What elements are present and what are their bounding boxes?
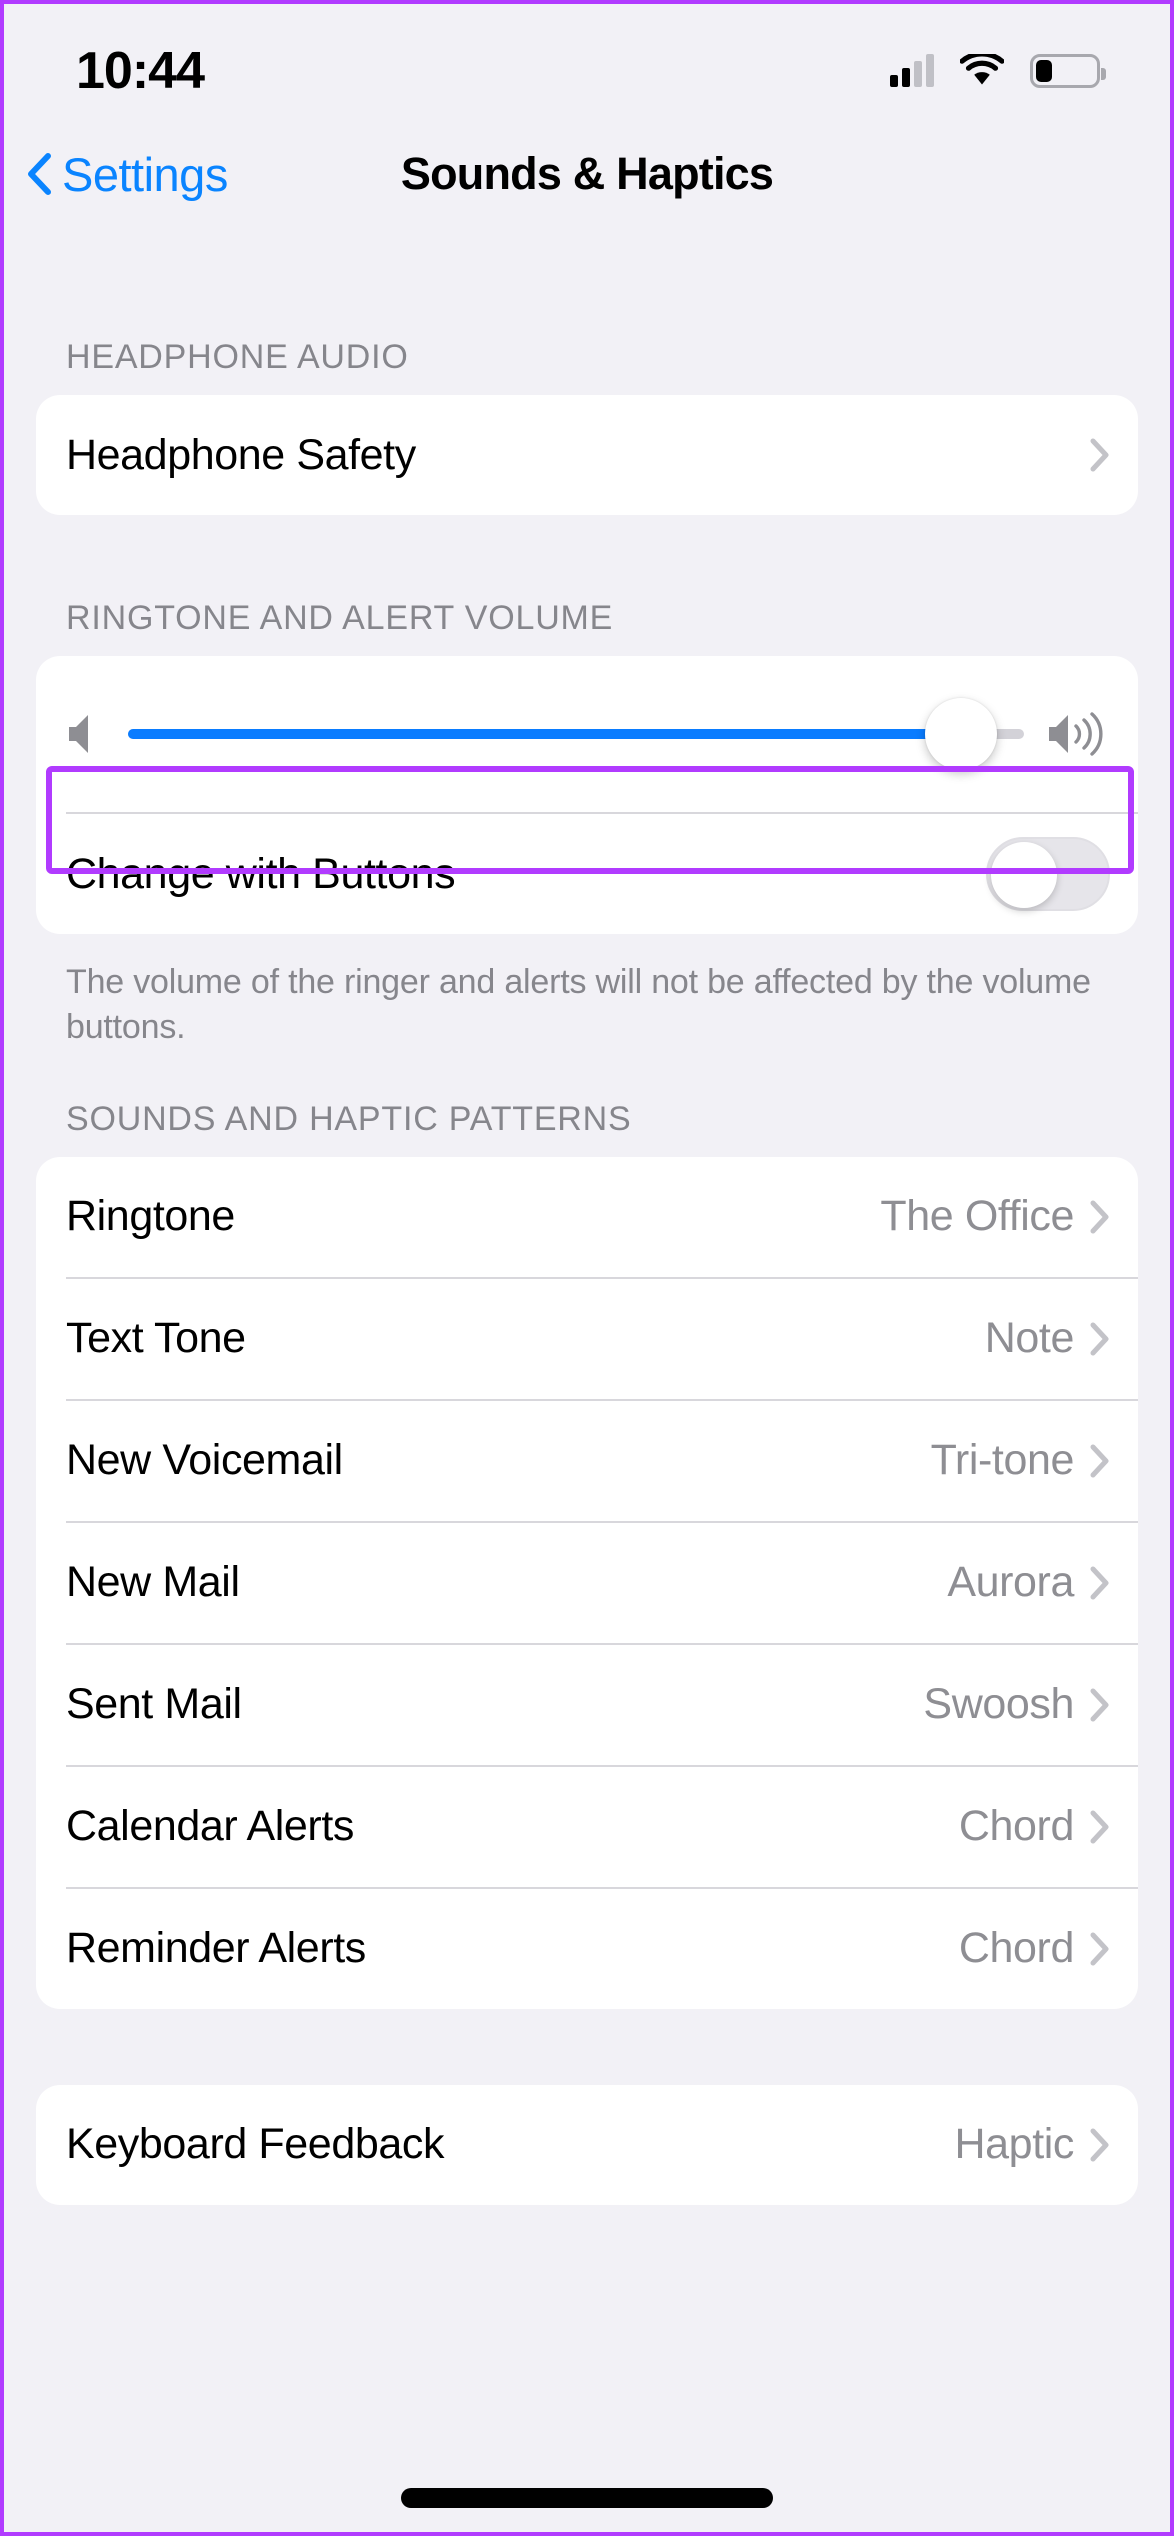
chevron-right-icon <box>1090 1322 1109 1356</box>
ringtone-volume-footnote: The volume of the ringer and alerts will… <box>66 963 1091 1046</box>
row-sent-mail[interactable]: Sent Mail Swoosh <box>36 1645 1138 1765</box>
row-text-tone[interactable]: Text Tone Note <box>36 1279 1138 1399</box>
row-reminder-alerts[interactable]: Reminder Alerts Chord <box>36 1889 1138 2009</box>
change-with-buttons-toggle[interactable] <box>986 837 1110 911</box>
row-label: Ringtone <box>66 1192 235 1241</box>
row-label: Sent Mail <box>66 1680 242 1729</box>
toggle-knob <box>991 842 1057 908</box>
settings-list: HEADPHONE AUDIO Headphone Safety RINGTON… <box>4 224 1170 2205</box>
volume-slider-fill <box>128 729 962 739</box>
row-calendar-alerts[interactable]: Calendar Alerts Chord <box>36 1767 1138 1887</box>
row-accessory: Note <box>985 1314 1110 1363</box>
row-headphone-safety[interactable]: Headphone Safety <box>36 395 1138 515</box>
chevron-right-icon <box>1090 2128 1109 2162</box>
chevron-right-icon <box>1090 1566 1109 1600</box>
chevron-right-icon <box>1090 1932 1109 1966</box>
row-value: The Office <box>880 1192 1074 1241</box>
row-accessory: Chord <box>959 1924 1110 1973</box>
section-header-ringtone-volume: RINGTONE AND ALERT VOLUME <box>66 599 614 637</box>
back-button-label: Settings <box>62 147 228 201</box>
row-value: Haptic <box>954 2120 1075 2169</box>
chevron-right-icon <box>1090 1688 1109 1722</box>
section-card-ringtone-volume: Change with Buttons <box>36 656 1138 934</box>
row-label: Text Tone <box>66 1314 246 1363</box>
row-new-mail[interactable]: New Mail Aurora <box>36 1523 1138 1643</box>
section-card-keyboard-feedback: Keyboard Feedback Haptic <box>36 2084 1138 2205</box>
speaker-low-icon <box>69 715 88 753</box>
section-header-headphone-audio: HEADPHONE AUDIO <box>66 338 409 376</box>
row-value: Aurora <box>947 1558 1074 1607</box>
row-value: Chord <box>958 1802 1075 1851</box>
row-ringtone[interactable]: Ringtone The Office <box>36 1157 1138 1277</box>
row-label: Keyboard Feedback <box>66 2120 445 2169</box>
row-new-voicemail[interactable]: New Voicemail Tri-tone <box>36 1401 1138 1521</box>
section-card-headphone-audio: Headphone Safety <box>36 395 1138 515</box>
row-accessory: Chord <box>959 1802 1110 1851</box>
chevron-right-icon <box>1090 1810 1109 1844</box>
row-accessory <box>1090 438 1110 472</box>
row-label: New Voicemail <box>66 1436 343 1485</box>
volume-slider-thumb[interactable] <box>925 698 998 770</box>
chevron-right-icon <box>1090 1200 1109 1234</box>
ringtone-alert-volume-slider-row[interactable] <box>36 656 1138 812</box>
section-card-sounds-haptic-patterns: Ringtone The Office Text Tone Note New V… <box>36 1156 1138 2009</box>
cellular-signal-icon <box>890 54 934 87</box>
row-accessory: Tri-tone <box>931 1436 1110 1485</box>
chevron-left-icon <box>28 153 51 195</box>
row-label: Reminder Alerts <box>66 1924 366 1973</box>
row-label: Change with Buttons <box>66 849 456 898</box>
row-value: Tri-tone <box>930 1436 1075 1485</box>
battery-icon <box>1030 54 1106 88</box>
section-header-sounds-haptic-patterns: SOUNDS AND HAPTIC PATTERNS <box>66 1099 632 1138</box>
row-accessory: Aurora <box>947 1558 1110 1607</box>
chevron-right-icon <box>1090 438 1109 472</box>
home-indicator <box>401 2488 773 2508</box>
row-accessory: Haptic <box>955 2120 1110 2169</box>
row-value: Swoosh <box>923 1680 1074 1729</box>
row-label: Calendar Alerts <box>66 1802 354 1851</box>
row-change-with-buttons[interactable]: Change with Buttons <box>36 814 1138 934</box>
volume-slider-track[interactable] <box>128 698 1024 770</box>
status-bar-time: 10:44 <box>76 42 205 100</box>
row-accessory: Swoosh <box>923 1680 1110 1729</box>
row-keyboard-feedback[interactable]: Keyboard Feedback Haptic <box>36 2085 1138 2205</box>
back-button[interactable]: Settings <box>26 147 228 202</box>
speaker-high-icon <box>1049 712 1103 756</box>
row-value: Chord <box>958 1924 1075 1973</box>
row-value: Note <box>984 1314 1075 1363</box>
status-bar: 10:44 <box>4 4 1170 124</box>
row-label: Headphone Safety <box>66 430 416 479</box>
row-accessory: The Office <box>880 1192 1110 1241</box>
row-label: New Mail <box>66 1558 240 1607</box>
status-bar-indicators <box>890 40 1106 88</box>
iphone-screen: 10:44 Settings Sounds & Haptics HEADPHON… <box>0 0 1174 2536</box>
chevron-right-icon <box>1090 1444 1109 1478</box>
wifi-icon <box>960 54 1004 85</box>
navigation-bar: Settings Sounds & Haptics <box>4 124 1170 224</box>
